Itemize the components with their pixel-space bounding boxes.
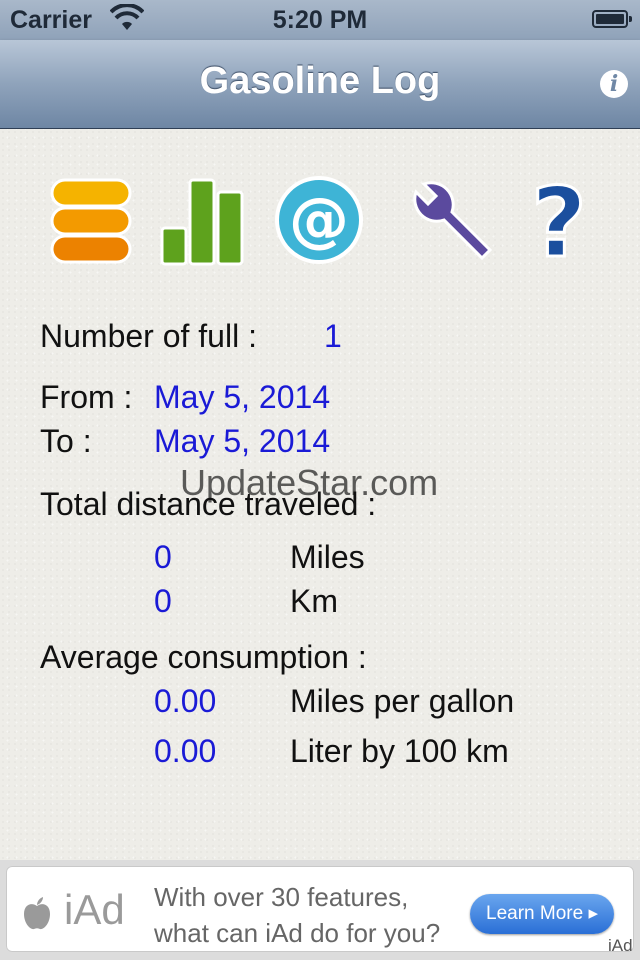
iad-brand-label: iAd — [64, 886, 125, 933]
bar-chart-icon[interactable] — [158, 170, 248, 270]
from-date-value[interactable]: May 5, 2014 — [154, 379, 330, 416]
navigation-bar: Gasoline Log i — [0, 40, 640, 129]
ad-panel[interactable]: iAd With over 30 features, what can iAd … — [6, 866, 634, 952]
mpg-value: 0.00 — [154, 683, 217, 719]
info-icon[interactable]: i — [600, 70, 628, 98]
help-question-icon[interactable]: ? — [514, 170, 604, 270]
chevron-right-icon: ▸ — [588, 903, 598, 924]
email-at-icon[interactable]: @ — [274, 170, 364, 270]
battery-icon — [592, 10, 632, 28]
svg-text:@: @ — [289, 185, 349, 255]
number-of-full-label: Number of full : — [40, 318, 257, 354]
total-distance-label: Total distance traveled : — [40, 486, 377, 522]
km-unit: Km — [290, 583, 338, 619]
learn-more-button[interactable]: Learn More ▸ — [470, 894, 614, 934]
liter-per-100km-unit: Liter by 100 km — [290, 733, 509, 769]
number-of-full-value: 1 — [324, 318, 342, 354]
mpg-unit: Miles per gallon — [290, 683, 515, 719]
iad-corner-label: iAd — [608, 936, 633, 955]
ad-headline-line2: what can iAd do for you? — [154, 918, 441, 948]
to-label: To : — [40, 423, 92, 459]
wrench-settings-icon[interactable] — [402, 170, 492, 270]
ad-banner[interactable]: iAd With over 30 features, what can iAd … — [0, 860, 640, 960]
learn-more-label: Learn More — [486, 903, 584, 924]
status-bar: Carrier 5:20 PM — [0, 0, 640, 40]
liter-per-100km-value: 0.00 — [154, 733, 217, 769]
from-label: From : — [40, 379, 133, 415]
miles-unit: Miles — [290, 539, 365, 575]
page-title: Gasoline Log — [199, 60, 441, 102]
svg-text:?: ? — [531, 170, 587, 270]
to-date-value[interactable]: May 5, 2014 — [154, 423, 330, 460]
clock: 5:20 PM — [272, 6, 368, 34]
records-stack-icon[interactable] — [46, 170, 136, 270]
ad-headline-line1: With over 30 features, — [154, 882, 409, 912]
miles-value: 0 — [154, 539, 172, 575]
km-value: 0 — [154, 583, 172, 619]
average-consumption-label: Average consumption : — [40, 639, 367, 675]
apple-logo-icon — [24, 897, 50, 930]
